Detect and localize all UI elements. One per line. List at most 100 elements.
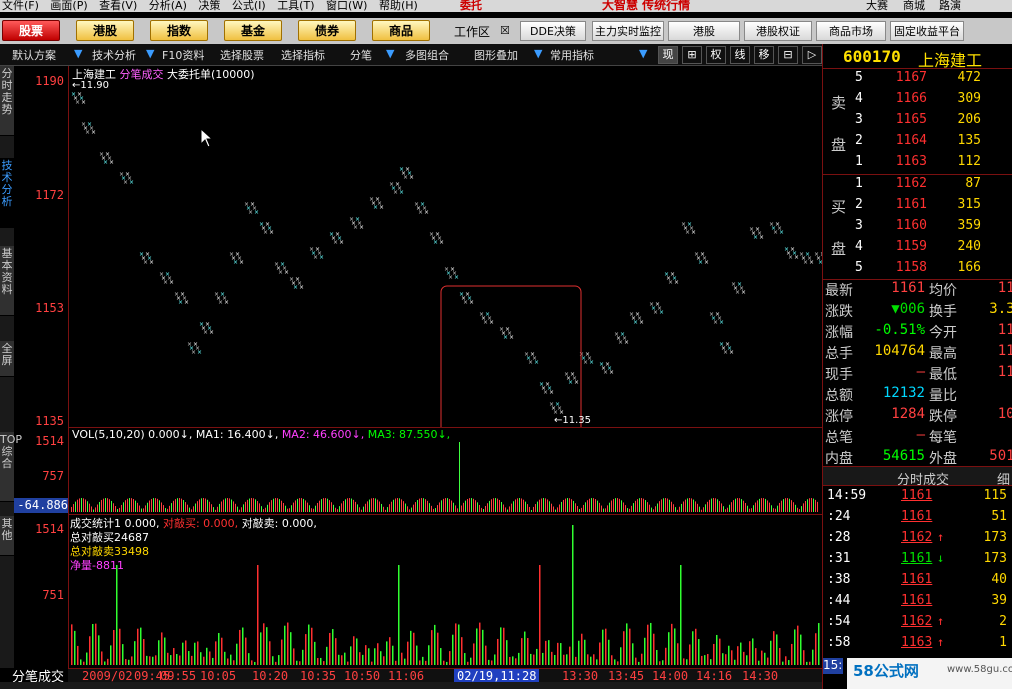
stat-bar — [773, 631, 775, 665]
tab-fullscreen[interactable]: 全屏 — [0, 341, 14, 377]
menu-window[interactable]: 窗口(W) — [326, 0, 367, 11]
tick-detail[interactable]: 分笔 — [350, 47, 372, 63]
btn-fund[interactable]: 基金 — [224, 20, 282, 41]
ticks-detail-toggle[interactable]: 细 — [997, 469, 1010, 488]
bid-row[interactable]: 1 1162 87 — [823, 176, 1012, 197]
f10-info[interactable]: F10资料 — [162, 47, 204, 63]
menu-view-screen[interactable]: 画面(P) — [50, 0, 87, 11]
volume-bar — [535, 504, 536, 512]
dropdown-arrow-icon[interactable]: ▼ — [74, 47, 82, 60]
dropdown-arrow-icon[interactable]: ▼ — [534, 47, 542, 60]
overlay[interactable]: 图形叠加 — [474, 47, 518, 63]
volume-bar — [199, 499, 200, 512]
ask-row[interactable]: 5 1167 472 — [823, 70, 1012, 91]
select-indicator[interactable]: 选择指标 — [281, 47, 325, 63]
tool-next[interactable]: ▷ — [802, 46, 822, 64]
ask-row[interactable]: 2 1164 135 — [823, 133, 1012, 154]
btn-dde[interactable]: DDE决策 — [520, 21, 586, 41]
ask-row[interactable]: 3 1165 206 — [823, 112, 1012, 133]
menu-contest[interactable]: 大赛 — [866, 0, 888, 11]
high-mark: ←11.90 — [72, 80, 110, 91]
tab-tick-detail[interactable]: 分笔成交 — [12, 666, 70, 685]
btn-hk2[interactable]: 港股 — [668, 21, 740, 41]
menu-help[interactable]: 帮助(H) — [379, 0, 418, 11]
btn-bond[interactable]: 债券 — [298, 20, 356, 41]
volume-bar — [325, 498, 326, 512]
tool-min[interactable]: ⊟ — [778, 46, 798, 64]
tick-row: :24 1161 51 — [823, 509, 1012, 530]
dropdown-arrow-icon[interactable]: ▼ — [386, 47, 394, 60]
bid-row[interactable]: 4 1159 240 — [823, 239, 1012, 260]
stat-bar — [452, 634, 454, 665]
common-indicators[interactable]: 常用指标 — [550, 47, 594, 63]
dropdown-arrow-icon[interactable]: ▼ — [146, 47, 154, 60]
btn-index[interactable]: 指数 — [150, 20, 208, 41]
menu-formula[interactable]: 公式(I) — [232, 0, 266, 11]
volume-bar — [665, 498, 666, 512]
menu-analysis[interactable]: 分析(A) — [149, 0, 187, 11]
workspace-label[interactable]: 工作区 — [454, 23, 490, 40]
menu-view[interactable]: 查看(V) — [99, 0, 137, 11]
stat-bar — [617, 661, 619, 665]
volume-bar — [419, 498, 420, 512]
stat-bar — [152, 656, 154, 665]
btn-main-monitor[interactable]: 主力实时监控 — [592, 21, 664, 41]
stat-bar — [593, 654, 595, 665]
volume-bar — [705, 504, 706, 512]
volume-bar — [655, 506, 656, 512]
btn-fixed-income[interactable]: 固定收益平台 — [890, 21, 964, 41]
checkbox-icon[interactable]: ☒ — [500, 24, 510, 37]
stat-bar — [251, 660, 253, 665]
volume-bar — [723, 506, 724, 512]
stat-bar — [113, 630, 115, 665]
volume-bar — [707, 501, 708, 512]
stat-bar — [719, 638, 721, 665]
bid-row[interactable]: 2 1161 315 — [823, 197, 1012, 218]
volume-bar — [83, 498, 84, 512]
multi-chart[interactable]: 多图组合 — [405, 47, 449, 63]
ask-row[interactable]: 4 1166 309 — [823, 91, 1012, 112]
bid-level: 5 — [855, 260, 863, 275]
trade-button[interactable]: 委托 — [460, 0, 482, 11]
stat-bar — [419, 660, 421, 665]
tool-line[interactable]: 线 — [730, 46, 750, 64]
volume-bar — [763, 498, 764, 512]
btn-hk[interactable]: 港股 — [76, 20, 134, 41]
volume-bar — [127, 498, 128, 512]
ask-volume: 309 — [957, 91, 981, 106]
btn-stocks[interactable]: 股票 — [2, 20, 60, 41]
tick-time: :38 — [827, 572, 851, 587]
menu-decision[interactable]: 决策 — [198, 0, 220, 11]
menu-tools[interactable]: 工具(T) — [277, 0, 314, 11]
tool-current[interactable]: 现 — [658, 46, 678, 64]
volume-bar — [163, 505, 164, 512]
scheme-select[interactable]: 默认方案 — [12, 47, 56, 63]
stat-bar — [278, 655, 280, 665]
tool-grid[interactable]: ⊞ — [682, 46, 702, 64]
ask-row[interactable]: 1 1163 112 — [823, 154, 1012, 175]
quote-key: 内盘 — [825, 451, 853, 467]
volume-bar — [677, 509, 678, 512]
stat-bar — [608, 639, 610, 665]
tool-rights[interactable]: 权 — [706, 46, 726, 64]
dropdown-arrow-icon[interactable]: ▼ — [639, 47, 647, 60]
select-stock[interactable]: 选择股票 — [220, 47, 264, 63]
volume-bar — [621, 500, 622, 512]
tech-analysis[interactable]: 技术分析 — [92, 47, 136, 63]
volume-bar — [273, 498, 274, 512]
volume-bar — [761, 498, 762, 512]
btn-commodity[interactable]: 商品 — [372, 20, 430, 41]
volume-bar — [231, 499, 232, 512]
tool-move[interactable]: 移 — [754, 46, 774, 64]
menu-file[interactable]: 文件(F) — [2, 0, 39, 11]
btn-hk-warrant[interactable]: 港股权证 — [744, 21, 812, 41]
menu-mall[interactable]: 商城 — [903, 0, 925, 11]
bid-row[interactable]: 5 1158 166 — [823, 260, 1012, 281]
bid-row[interactable]: 3 1160 359 — [823, 218, 1012, 239]
menu-roadshow[interactable]: 路演 — [939, 0, 961, 11]
stat-bar — [800, 634, 802, 665]
btn-commodity-market[interactable]: 商品市场 — [816, 21, 886, 41]
time-label: 2009/02 — [82, 669, 133, 683]
volume-bar — [741, 499, 742, 512]
stat-bar — [446, 661, 448, 665]
